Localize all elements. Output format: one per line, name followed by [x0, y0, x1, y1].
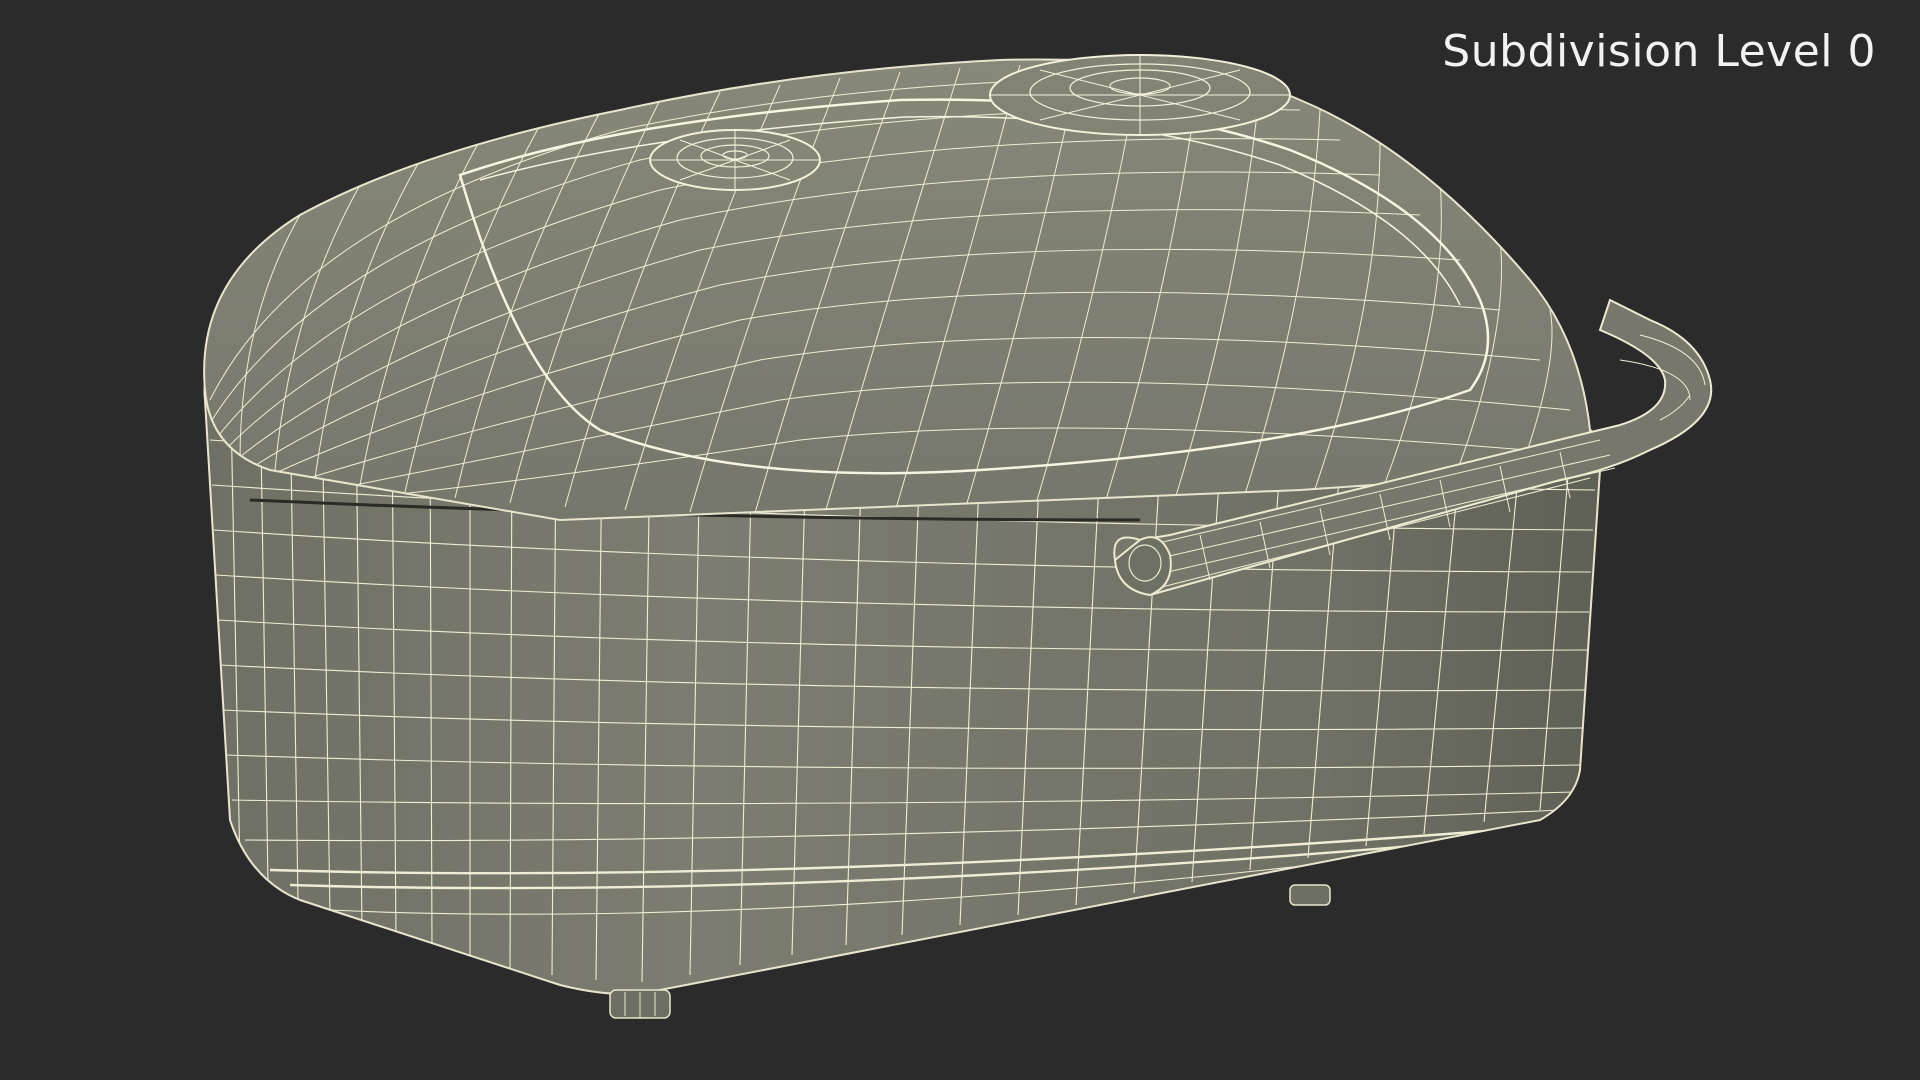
rice-cooker-wireframe-model [203, 54, 1713, 1019]
cooker-lid [203, 54, 1591, 522]
lid-vent-knob [989, 54, 1291, 136]
subdivision-level-label: Subdivision Level 0 [1442, 26, 1876, 77]
cooker-foot-rear [1289, 884, 1331, 906]
cooker-foot-front [609, 989, 671, 1019]
lid-release-button [649, 129, 821, 191]
render-viewport: Subdivision Level 0 [0, 0, 1920, 1080]
